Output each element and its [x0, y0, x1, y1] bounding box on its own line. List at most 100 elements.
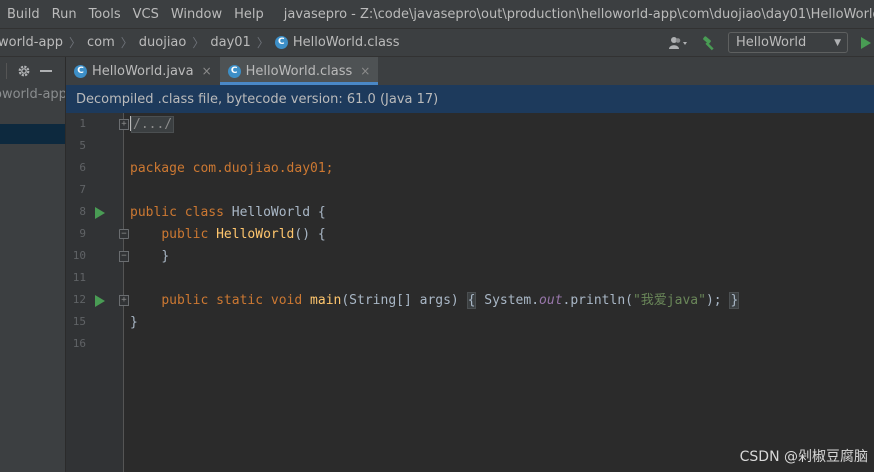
folded-close-brace[interactable]: }	[729, 292, 740, 309]
string-literal: "我爱java"	[632, 293, 706, 308]
body-suffix: );	[705, 293, 722, 308]
line-number: 16	[72, 337, 86, 350]
run-configuration-select[interactable]: HelloWorld ▼	[728, 32, 848, 53]
breadcrumb-separator-icon: 〉	[120, 36, 133, 50]
menu-help[interactable]: Help	[228, 7, 270, 22]
tab-helloworld-class[interactable]: C HelloWorld.class ×	[219, 57, 379, 85]
line-number: 10	[72, 249, 86, 262]
line-number: 12	[72, 293, 86, 306]
body-call: .println(	[562, 293, 633, 308]
breadcrumb-duojiao[interactable]: duojiao	[139, 35, 187, 50]
fold-expand-icon[interactable]: +	[119, 295, 129, 306]
play-triangle	[95, 207, 105, 219]
minimize-icon[interactable]	[38, 63, 54, 79]
watermark: CSDN @剁椒豆腐脑	[739, 449, 868, 465]
close-brace: }	[161, 249, 170, 264]
nav-toolbar: HelloWorld ▼	[666, 29, 874, 56]
keyword-public: public	[161, 227, 209, 242]
tab-label: HelloWorld.java	[92, 63, 194, 79]
project-toolbar	[0, 57, 65, 85]
build-hammer-icon[interactable]	[698, 33, 720, 53]
decompiled-notice-text: Decompiled .class file, bytecode version…	[76, 91, 439, 107]
tab-label: HelloWorld.class	[245, 63, 353, 79]
code-line: 6 package com.duojiao.day01;	[66, 158, 874, 180]
user-account-icon[interactable]	[666, 33, 692, 53]
line-number: 9	[79, 227, 86, 240]
fold-expand-icon[interactable]: +	[119, 119, 129, 130]
line-number: 5	[79, 139, 86, 152]
method-name: main	[310, 293, 342, 308]
code-line: 9 − public HelloWorld() {	[66, 224, 874, 246]
menu-vcs[interactable]: VCS	[127, 7, 165, 22]
open-brace: {	[317, 227, 326, 242]
line-number: 6	[79, 161, 86, 174]
play-triangle	[95, 295, 105, 307]
folded-imports[interactable]: /.../	[131, 116, 175, 133]
open-brace: {	[317, 205, 326, 220]
java-class-icon: C	[227, 64, 241, 78]
menu-build[interactable]: Build	[0, 7, 46, 22]
hammer-shape	[703, 35, 714, 50]
java-class-icon: C	[74, 64, 87, 78]
keyword-void: void	[270, 293, 303, 308]
code-text: public static void main(String[] args) {…	[130, 292, 740, 310]
project-tree-selected-item[interactable]	[0, 124, 65, 144]
menu-bar: Build Run Tools VCS Window Help javasepr…	[0, 0, 874, 28]
decompiled-notice-banner: Decompiled .class file, bytecode version…	[66, 85, 874, 113]
breadcrumb-file-label: HelloWorld.class	[292, 35, 400, 50]
code-text: /.../	[130, 116, 175, 134]
menu-run[interactable]: Run	[46, 7, 83, 22]
line-number: 7	[79, 183, 86, 196]
line-number: 11	[72, 271, 86, 284]
line-number: 1	[79, 117, 86, 130]
folded-open-brace[interactable]: {	[466, 292, 477, 309]
close-icon[interactable]: ×	[202, 64, 212, 78]
line-number: 15	[72, 315, 86, 328]
run-class-gutter-icon[interactable]	[95, 207, 105, 219]
project-panel: oworld-app	[0, 57, 66, 472]
package-name: com.duojiao.day01;	[192, 161, 334, 176]
breadcrumb-com[interactable]: com	[87, 35, 115, 50]
breadcrumb-module[interactable]: world-app	[0, 35, 63, 50]
window-title: javasepro - Z:\code\javasepro\out\produc…	[283, 6, 874, 22]
menu-tools[interactable]: Tools	[83, 7, 127, 22]
breadcrumb-duojiao-label: duojiao	[138, 35, 187, 50]
breadcrumb-separator-icon: 〉	[192, 36, 205, 50]
chevron-down-icon: ▼	[834, 37, 841, 48]
navigation-bar: world-app 〉 com 〉 duojiao 〉 day01 〉 C He…	[0, 28, 874, 57]
project-tree-root[interactable]: oworld-app	[0, 85, 65, 105]
fold-collapse-icon[interactable]: −	[119, 229, 129, 239]
fold-end-icon[interactable]: −	[119, 251, 129, 262]
run-main-gutter-icon[interactable]	[95, 295, 105, 307]
keyword-class: class	[184, 205, 224, 220]
close-icon[interactable]: ×	[360, 64, 370, 78]
breadcrumb-day01[interactable]: day01	[210, 35, 250, 50]
breadcrumb-file[interactable]: C HelloWorld.class	[274, 35, 400, 50]
menu-window[interactable]: Window	[165, 7, 228, 22]
user-icon-shape	[669, 36, 687, 49]
code-line: 10 − }	[66, 246, 874, 268]
keyword-public: public	[161, 293, 209, 308]
close-brace: }	[130, 315, 138, 330]
tab-helloworld-java[interactable]: C HelloWorld.java ×	[66, 57, 220, 85]
gear-icon[interactable]	[16, 63, 32, 79]
line-number: 8	[79, 205, 86, 218]
toolbar-divider	[6, 63, 7, 79]
code-editor[interactable]: 1 + /.../ 5 6 package com.duojiao.day01;…	[66, 113, 874, 472]
breadcrumb-day01-label: day01	[210, 35, 251, 50]
run-configuration-label: HelloWorld	[736, 35, 807, 50]
field-out: out	[539, 293, 563, 308]
code-line: 1 + /.../	[66, 114, 874, 136]
body-prefix: System.	[484, 293, 540, 308]
breadcrumb-separator-icon: 〉	[68, 36, 81, 50]
constructor-parens: ()	[294, 227, 311, 242]
method-params: (String[] args)	[341, 293, 459, 308]
code-line: 5	[66, 136, 874, 158]
class-name: HelloWorld	[231, 205, 311, 220]
code-line: 15 }	[66, 312, 874, 334]
run-play-icon[interactable]	[860, 33, 874, 53]
code-line: 11	[66, 268, 874, 290]
code-line: 12 + public static void main(String[] ar…	[66, 290, 874, 312]
keyword-public: public	[130, 205, 177, 220]
code-text: }	[130, 314, 138, 332]
